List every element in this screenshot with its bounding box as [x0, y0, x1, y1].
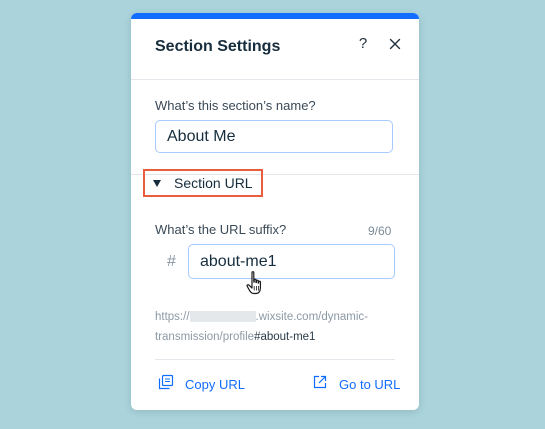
footer-divider: [155, 359, 395, 360]
hand-pointer-cursor-icon: [245, 270, 267, 298]
copy-icon: [158, 374, 174, 394]
section-name-group: What’s this section’s name?: [131, 80, 419, 175]
url-preview: https://.wixsite.com/dynamic-transmissio…: [155, 307, 395, 347]
redacted-site-name: [189, 311, 256, 323]
character-counter: 9/60: [368, 224, 392, 238]
url-preview-suffix: #about-me1: [254, 331, 316, 343]
section-name-input[interactable]: [155, 120, 393, 153]
go-to-url-button[interactable]: Go to URL: [312, 375, 400, 393]
copy-url-button[interactable]: Copy URL: [158, 374, 245, 394]
hash-prefix: #: [167, 253, 176, 270]
section-url-toggle-label: Section URL: [174, 175, 253, 191]
section-url-toggle[interactable]: Section URL: [143, 169, 263, 197]
external-link-icon: [312, 374, 328, 394]
panel-title: Section Settings: [155, 38, 281, 55]
section-settings-panel: Section Settings ? What’s this section’s…: [131, 13, 419, 410]
close-icon[interactable]: [387, 36, 403, 52]
section-name-label: What’s this section’s name?: [155, 98, 316, 113]
panel-header: Section Settings ?: [131, 19, 419, 80]
url-suffix-input[interactable]: [188, 244, 395, 279]
url-suffix-label: What’s the URL suffix?: [155, 222, 287, 237]
go-to-url-label: Go to URL: [339, 376, 401, 392]
help-icon[interactable]: ?: [355, 35, 371, 55]
copy-url-label: Copy URL: [185, 376, 245, 392]
caret-down-icon: [153, 180, 161, 187]
url-preview-prefix: https://: [155, 311, 190, 323]
